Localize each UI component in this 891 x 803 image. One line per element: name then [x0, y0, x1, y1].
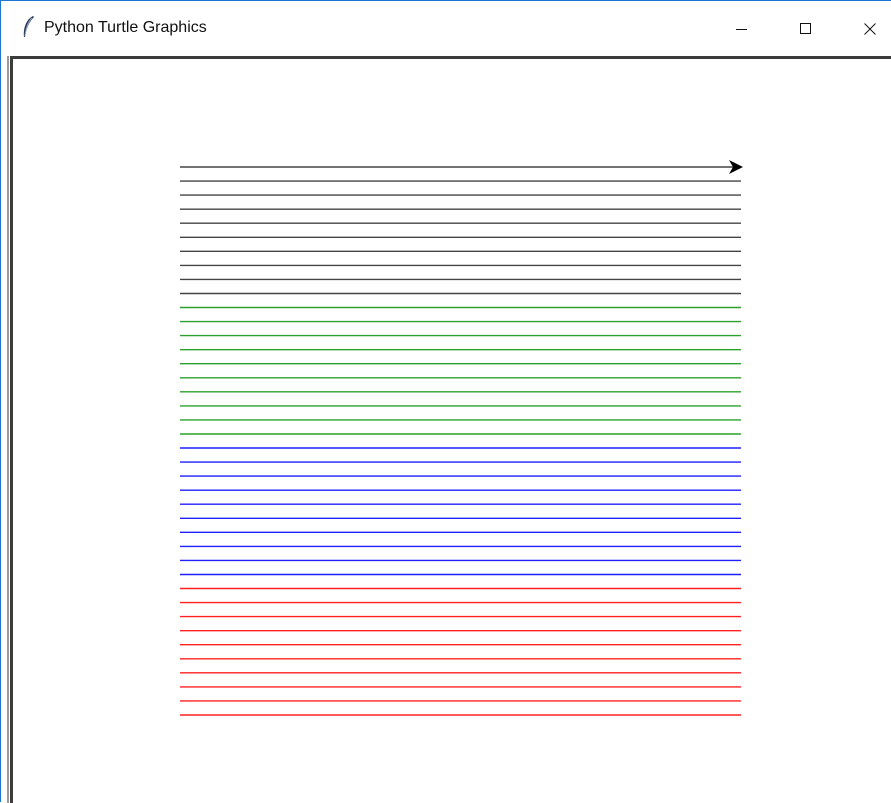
maximize-icon	[800, 23, 811, 34]
minimize-icon	[736, 29, 747, 30]
close-icon	[864, 23, 876, 35]
window-title: Python Turtle Graphics	[44, 19, 207, 36]
title-bar[interactable]: Python Turtle Graphics	[1, 1, 891, 56]
maximize-button[interactable]	[786, 11, 826, 47]
close-button[interactable]	[850, 11, 890, 47]
turtle-canvas-frame	[7, 56, 891, 803]
turtle-canvas	[180, 160, 743, 716]
feather-icon	[23, 16, 34, 37]
minimize-button[interactable]	[722, 11, 762, 47]
turtle-window: Python Turtle Graphics	[0, 0, 891, 803]
